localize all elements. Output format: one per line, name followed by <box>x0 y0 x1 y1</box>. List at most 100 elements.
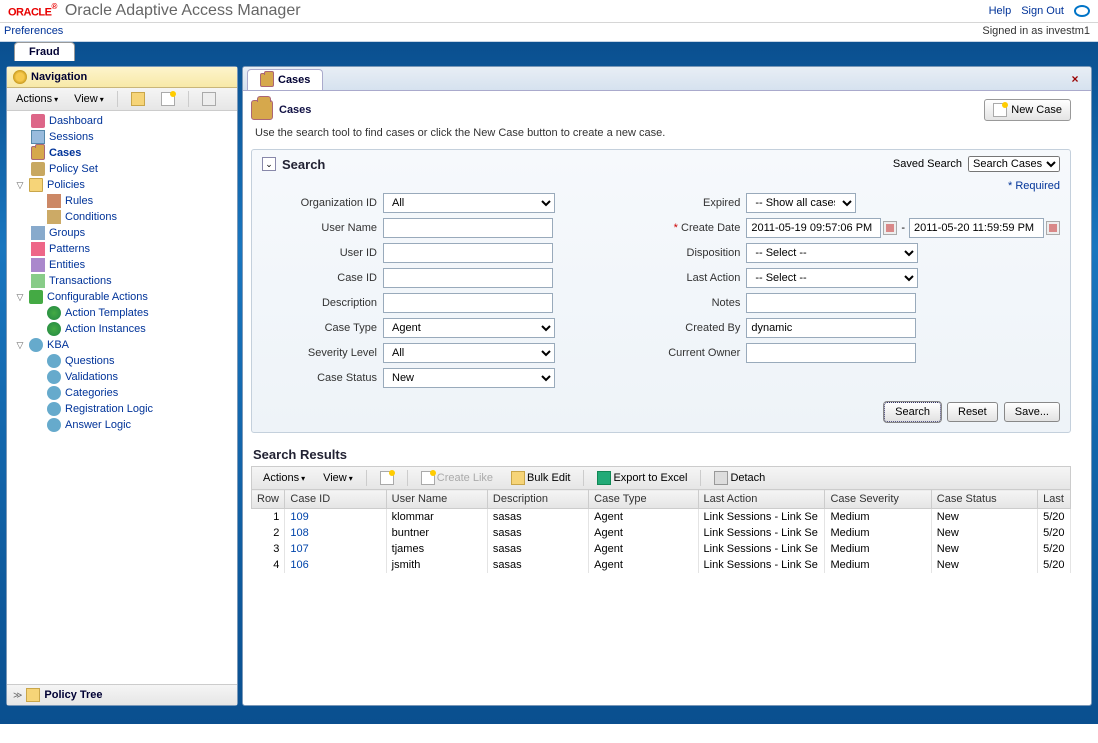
questions-icon <box>47 354 61 368</box>
nav-sessions[interactable]: Sessions <box>7 129 237 145</box>
results-view-menu[interactable]: View ▾ <box>318 470 358 486</box>
nav-footer[interactable]: ≫ Policy Tree <box>7 684 237 705</box>
nav-conditions[interactable]: Conditions <box>7 209 237 225</box>
nav-patterns[interactable]: Patterns <box>7 241 237 257</box>
folder-icon <box>511 471 525 485</box>
nav-questions[interactable]: Questions <box>7 353 237 369</box>
expander-icon[interactable]: ▽ <box>15 340 25 351</box>
new-icon <box>993 103 1007 117</box>
nav-reg-logic[interactable]: Registration Logic <box>7 401 237 417</box>
col-user-name[interactable]: User Name <box>386 490 487 509</box>
col-row[interactable]: Row <box>252 490 285 509</box>
content-tabs: Cases × <box>243 67 1091 91</box>
reset-button[interactable]: Reset <box>947 402 998 422</box>
nav-actions-menu[interactable]: Actions ▾ <box>11 91 63 107</box>
saved-search-select[interactable]: Search Cases <box>968 156 1060 172</box>
nav-validations[interactable]: Validations <box>7 369 237 385</box>
created-by-label: Created By <box>625 322 740 334</box>
export-excel-button[interactable]: Export to Excel <box>592 469 692 487</box>
preferences-link[interactable]: Preferences <box>4 25 63 37</box>
required-note: * Required <box>262 180 1060 192</box>
close-tab-button[interactable]: × <box>1063 70 1087 88</box>
nav-policies[interactable]: ▽Policies <box>7 177 237 193</box>
case-type-select[interactable]: Agent <box>383 318 555 338</box>
help-link[interactable]: Help <box>989 5 1012 17</box>
severity-label: Severity Level <box>262 347 377 359</box>
nav-policy-set[interactable]: Policy Set <box>7 161 237 177</box>
expander-icon[interactable]: ▽ <box>15 180 25 191</box>
bulk-edit-button[interactable]: Bulk Edit <box>506 469 575 487</box>
created-by-input[interactable] <box>746 318 916 338</box>
sign-out-link[interactable]: Sign Out <box>1021 5 1064 17</box>
nav-open-button[interactable] <box>126 90 150 108</box>
nav-transactions[interactable]: Transactions <box>7 273 237 289</box>
severity-select[interactable]: All <box>383 343 555 363</box>
col-case-type[interactable]: Case Type <box>589 490 698 509</box>
col-case-status[interactable]: Case Status <box>931 490 1037 509</box>
table-row[interactable]: 3107tjamessasasAgentLink Sessions - Link… <box>252 541 1071 557</box>
save-search-button[interactable]: Save... <box>1004 402 1060 422</box>
tab-cases[interactable]: Cases <box>247 69 323 90</box>
expired-select[interactable]: -- Show all cases -- <box>746 193 856 213</box>
nav-answer-logic[interactable]: Answer Logic <box>7 417 237 433</box>
cases-icon <box>31 146 45 160</box>
current-owner-input[interactable] <box>746 343 916 363</box>
nav-download-button[interactable] <box>197 90 221 108</box>
categories-icon <box>47 386 61 400</box>
nav-dashboard[interactable]: Dashboard <box>7 113 237 129</box>
case-status-select[interactable]: New <box>383 368 555 388</box>
user-name-input[interactable] <box>383 218 553 238</box>
user-id-input[interactable] <box>383 243 553 263</box>
calendar-icon[interactable] <box>1046 221 1060 235</box>
validations-icon <box>47 370 61 384</box>
nav-cases[interactable]: Cases <box>7 145 237 161</box>
case-link[interactable]: 107 <box>290 543 308 555</box>
notes-input[interactable] <box>746 293 916 313</box>
case-link[interactable]: 106 <box>290 559 308 571</box>
case-type-label: Case Type <box>262 322 377 334</box>
calendar-icon[interactable] <box>883 221 897 235</box>
case-link[interactable]: 108 <box>290 527 308 539</box>
module-tab-fraud[interactable]: Fraud <box>14 42 75 61</box>
create-date-from-input[interactable] <box>746 218 881 238</box>
nav-config-actions[interactable]: ▽Configurable Actions <box>7 289 237 305</box>
search-button[interactable]: Search <box>884 402 941 422</box>
cell-user: jsmith <box>386 557 487 573</box>
results-new-button[interactable] <box>375 469 399 487</box>
cell-row: 3 <box>252 541 285 557</box>
cell-row: 1 <box>252 509 285 526</box>
expander-icon[interactable]: ▽ <box>15 292 25 303</box>
new-case-button[interactable]: New Case <box>984 99 1071 121</box>
nav-categories[interactable]: Categories <box>7 385 237 401</box>
disposition-select[interactable]: -- Select -- <box>746 243 918 263</box>
col-last-action[interactable]: Last Action <box>698 490 825 509</box>
create-like-button: Create Like <box>416 469 498 487</box>
date-range-dash: - <box>901 222 905 234</box>
org-id-select[interactable]: All <box>383 193 555 213</box>
nav-new-button[interactable] <box>156 90 180 108</box>
col-last[interactable]: Last <box>1038 490 1071 509</box>
nav-rules[interactable]: Rules <box>7 193 237 209</box>
collapse-toggle[interactable]: ⌄ <box>262 157 276 171</box>
nav-action-templates[interactable]: Action Templates <box>7 305 237 321</box>
col-case-severity[interactable]: Case Severity <box>825 490 931 509</box>
case-id-input[interactable] <box>383 268 553 288</box>
description-input[interactable] <box>383 293 553 313</box>
nav-view-menu[interactable]: View ▾ <box>69 91 109 107</box>
table-row[interactable]: 4106jsmithsasasAgentLink Sessions - Link… <box>252 557 1071 573</box>
nav-groups[interactable]: Groups <box>7 225 237 241</box>
case-link[interactable]: 109 <box>290 511 308 523</box>
last-action-select[interactable]: -- Select -- <box>746 268 918 288</box>
table-row[interactable]: 2108buntnersasasAgentLink Sessions - Lin… <box>252 525 1071 541</box>
create-date-to-input[interactable] <box>909 218 1044 238</box>
nav-kba[interactable]: ▽KBA <box>7 337 237 353</box>
copy-icon <box>421 471 435 485</box>
results-actions-menu[interactable]: Actions ▾ <box>258 470 310 486</box>
col-case-id[interactable]: Case ID <box>285 490 386 509</box>
detach-button[interactable]: Detach <box>709 469 770 487</box>
table-row[interactable]: 1109klommarsasasAgentLink Sessions - Lin… <box>252 509 1071 526</box>
navigation-panel: Navigation Actions ▾ View ▾ Dashboard Se… <box>6 66 238 706</box>
nav-action-instances[interactable]: Action Instances <box>7 321 237 337</box>
nav-entities[interactable]: Entities <box>7 257 237 273</box>
col-description[interactable]: Description <box>487 490 588 509</box>
